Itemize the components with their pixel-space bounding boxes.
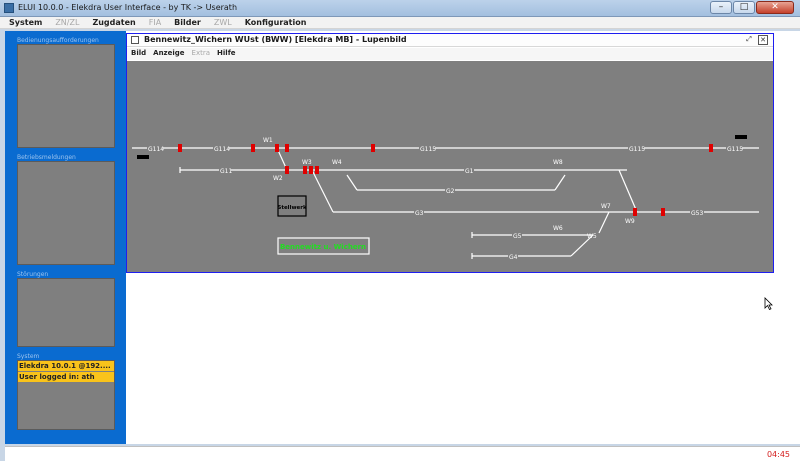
panel-betriebsmeldungen[interactable] bbox=[17, 161, 115, 265]
menu-zugdaten[interactable]: Zugdaten bbox=[84, 17, 140, 28]
track-labels: G114 G114 G115 G115 G115 G11 G1 G2 G3 G5… bbox=[147, 145, 743, 261]
lupenbild-menubar: Bild Anzeige Extra Hilfe bbox=[127, 48, 773, 60]
track-w7-branch bbox=[598, 211, 610, 234]
panel-bedienungsaufforderungen[interactable] bbox=[17, 44, 115, 148]
menu-bild[interactable]: Bild bbox=[127, 48, 149, 60]
label-w3: W3 bbox=[302, 159, 312, 166]
app-icon bbox=[4, 3, 14, 13]
label-w1: W1 bbox=[263, 137, 273, 144]
track-w8-w9 bbox=[618, 169, 638, 213]
label-w6: W6 bbox=[553, 225, 563, 232]
signal[interactable] bbox=[275, 144, 279, 152]
signal[interactable] bbox=[371, 144, 375, 152]
signal[interactable] bbox=[285, 144, 289, 152]
buffer-block-right bbox=[735, 135, 747, 139]
frame-icon bbox=[131, 36, 139, 44]
minimize-button[interactable]: – bbox=[710, 1, 732, 14]
label-g115: G115 bbox=[420, 146, 436, 153]
panel-label-betriebsmeldungen: Betriebsmeldungen bbox=[17, 154, 76, 161]
panel-label-stoerungen: Störungen bbox=[17, 271, 49, 278]
clock: 04:45 bbox=[766, 450, 790, 459]
frame-close-icon[interactable]: ✕ bbox=[758, 35, 768, 45]
menu-extra[interactable]: Extra bbox=[188, 48, 213, 60]
schematic-svg: G114 G114 G115 G115 G115 G11 G1 G2 G3 G5… bbox=[132, 135, 759, 261]
station-name: Bennewitz u. Wichern bbox=[280, 243, 366, 251]
menu-system[interactable]: System bbox=[0, 17, 47, 28]
system-line-user: User logged in: ath bbox=[18, 372, 114, 382]
label-w9: W9 bbox=[625, 218, 635, 225]
label-g53: G53 bbox=[691, 210, 703, 217]
lupenbild-title: Bennewitz_Wichern WUst (BWW) [Elekdra MB… bbox=[144, 35, 407, 44]
signal[interactable] bbox=[315, 166, 319, 174]
panel-label-system: System bbox=[17, 353, 40, 360]
label-g2: G2 bbox=[446, 188, 455, 195]
menu-bilder[interactable]: Bilder bbox=[166, 17, 206, 28]
label-w8: W8 bbox=[553, 159, 563, 166]
menu-hilfe[interactable]: Hilfe bbox=[213, 48, 238, 60]
label-g114: G114 bbox=[214, 146, 230, 153]
track-lines bbox=[132, 147, 759, 259]
track-schematic[interactable]: G114 G114 G115 G115 G115 G11 G1 G2 G3 G5… bbox=[127, 61, 773, 272]
label-w2: W2 bbox=[273, 175, 283, 182]
label-g3: G3 bbox=[415, 210, 424, 217]
label-g1: G1 bbox=[465, 168, 474, 175]
window-titlebar[interactable]: ELUI 10.0.0 - Elekdra User Interface - b… bbox=[0, 0, 800, 17]
lupenbild-window: Bennewitz_Wichern WUst (BWW) [Elekdra MB… bbox=[126, 33, 774, 273]
menu-anzeige[interactable]: Anzeige bbox=[149, 48, 187, 60]
track-w4-g3 bbox=[311, 169, 334, 213]
signal[interactable] bbox=[303, 166, 307, 174]
signal[interactable] bbox=[285, 166, 289, 174]
restore-icon[interactable]: ⤢ bbox=[744, 35, 754, 45]
close-button[interactable]: ✕ bbox=[756, 1, 794, 14]
sidebar: Bedienungsaufforderungen Betriebsmeldung… bbox=[5, 31, 126, 444]
signal[interactable] bbox=[251, 144, 255, 152]
label-g11: G11 bbox=[220, 168, 232, 175]
label-g115: G115 bbox=[629, 146, 645, 153]
main-menubar: System ZN/ZL Zugdaten FIA Bilder ZWL Kon… bbox=[0, 17, 800, 29]
buffer-block-left bbox=[137, 155, 149, 159]
label-w4: W4 bbox=[332, 159, 342, 166]
label-g115: G115 bbox=[727, 146, 743, 153]
panel-label-bedienungsaufforderungen: Bedienungsaufforderungen bbox=[17, 37, 99, 44]
window-title: ELUI 10.0.0 - Elekdra User Interface - b… bbox=[18, 3, 238, 12]
label-w7: W7 bbox=[601, 203, 611, 210]
menu-konfiguration[interactable]: Konfiguration bbox=[237, 17, 312, 28]
signal[interactable] bbox=[309, 166, 313, 174]
label-g5: G5 bbox=[513, 233, 522, 240]
track-g2-left bbox=[346, 174, 358, 191]
stellwerk-label: Stellwerk bbox=[277, 205, 307, 211]
signal[interactable] bbox=[633, 208, 637, 216]
label-g114: G114 bbox=[148, 146, 164, 153]
lupenbild-titlebar[interactable]: Bennewitz_Wichern WUst (BWW) [Elekdra MB… bbox=[127, 34, 773, 47]
menu-fia[interactable]: FIA bbox=[141, 17, 166, 28]
signals bbox=[178, 144, 713, 216]
panel-stoerungen[interactable] bbox=[17, 278, 115, 347]
statusbar: 04:45 bbox=[5, 446, 800, 461]
signal[interactable] bbox=[661, 208, 665, 216]
signal[interactable] bbox=[178, 144, 182, 152]
menu-zwl[interactable]: ZWL bbox=[206, 17, 237, 28]
track-g2-right bbox=[554, 174, 566, 191]
menu-zn-zl[interactable]: ZN/ZL bbox=[47, 17, 84, 28]
mouse-cursor-icon bbox=[764, 297, 773, 310]
system-line-server: Elekdra 10.0.1 @192.... bbox=[18, 361, 114, 371]
maximize-button[interactable]: □ bbox=[733, 1, 755, 14]
signal[interactable] bbox=[709, 144, 713, 152]
label-g4: G4 bbox=[509, 254, 518, 261]
label-w5: W5 bbox=[587, 233, 597, 240]
